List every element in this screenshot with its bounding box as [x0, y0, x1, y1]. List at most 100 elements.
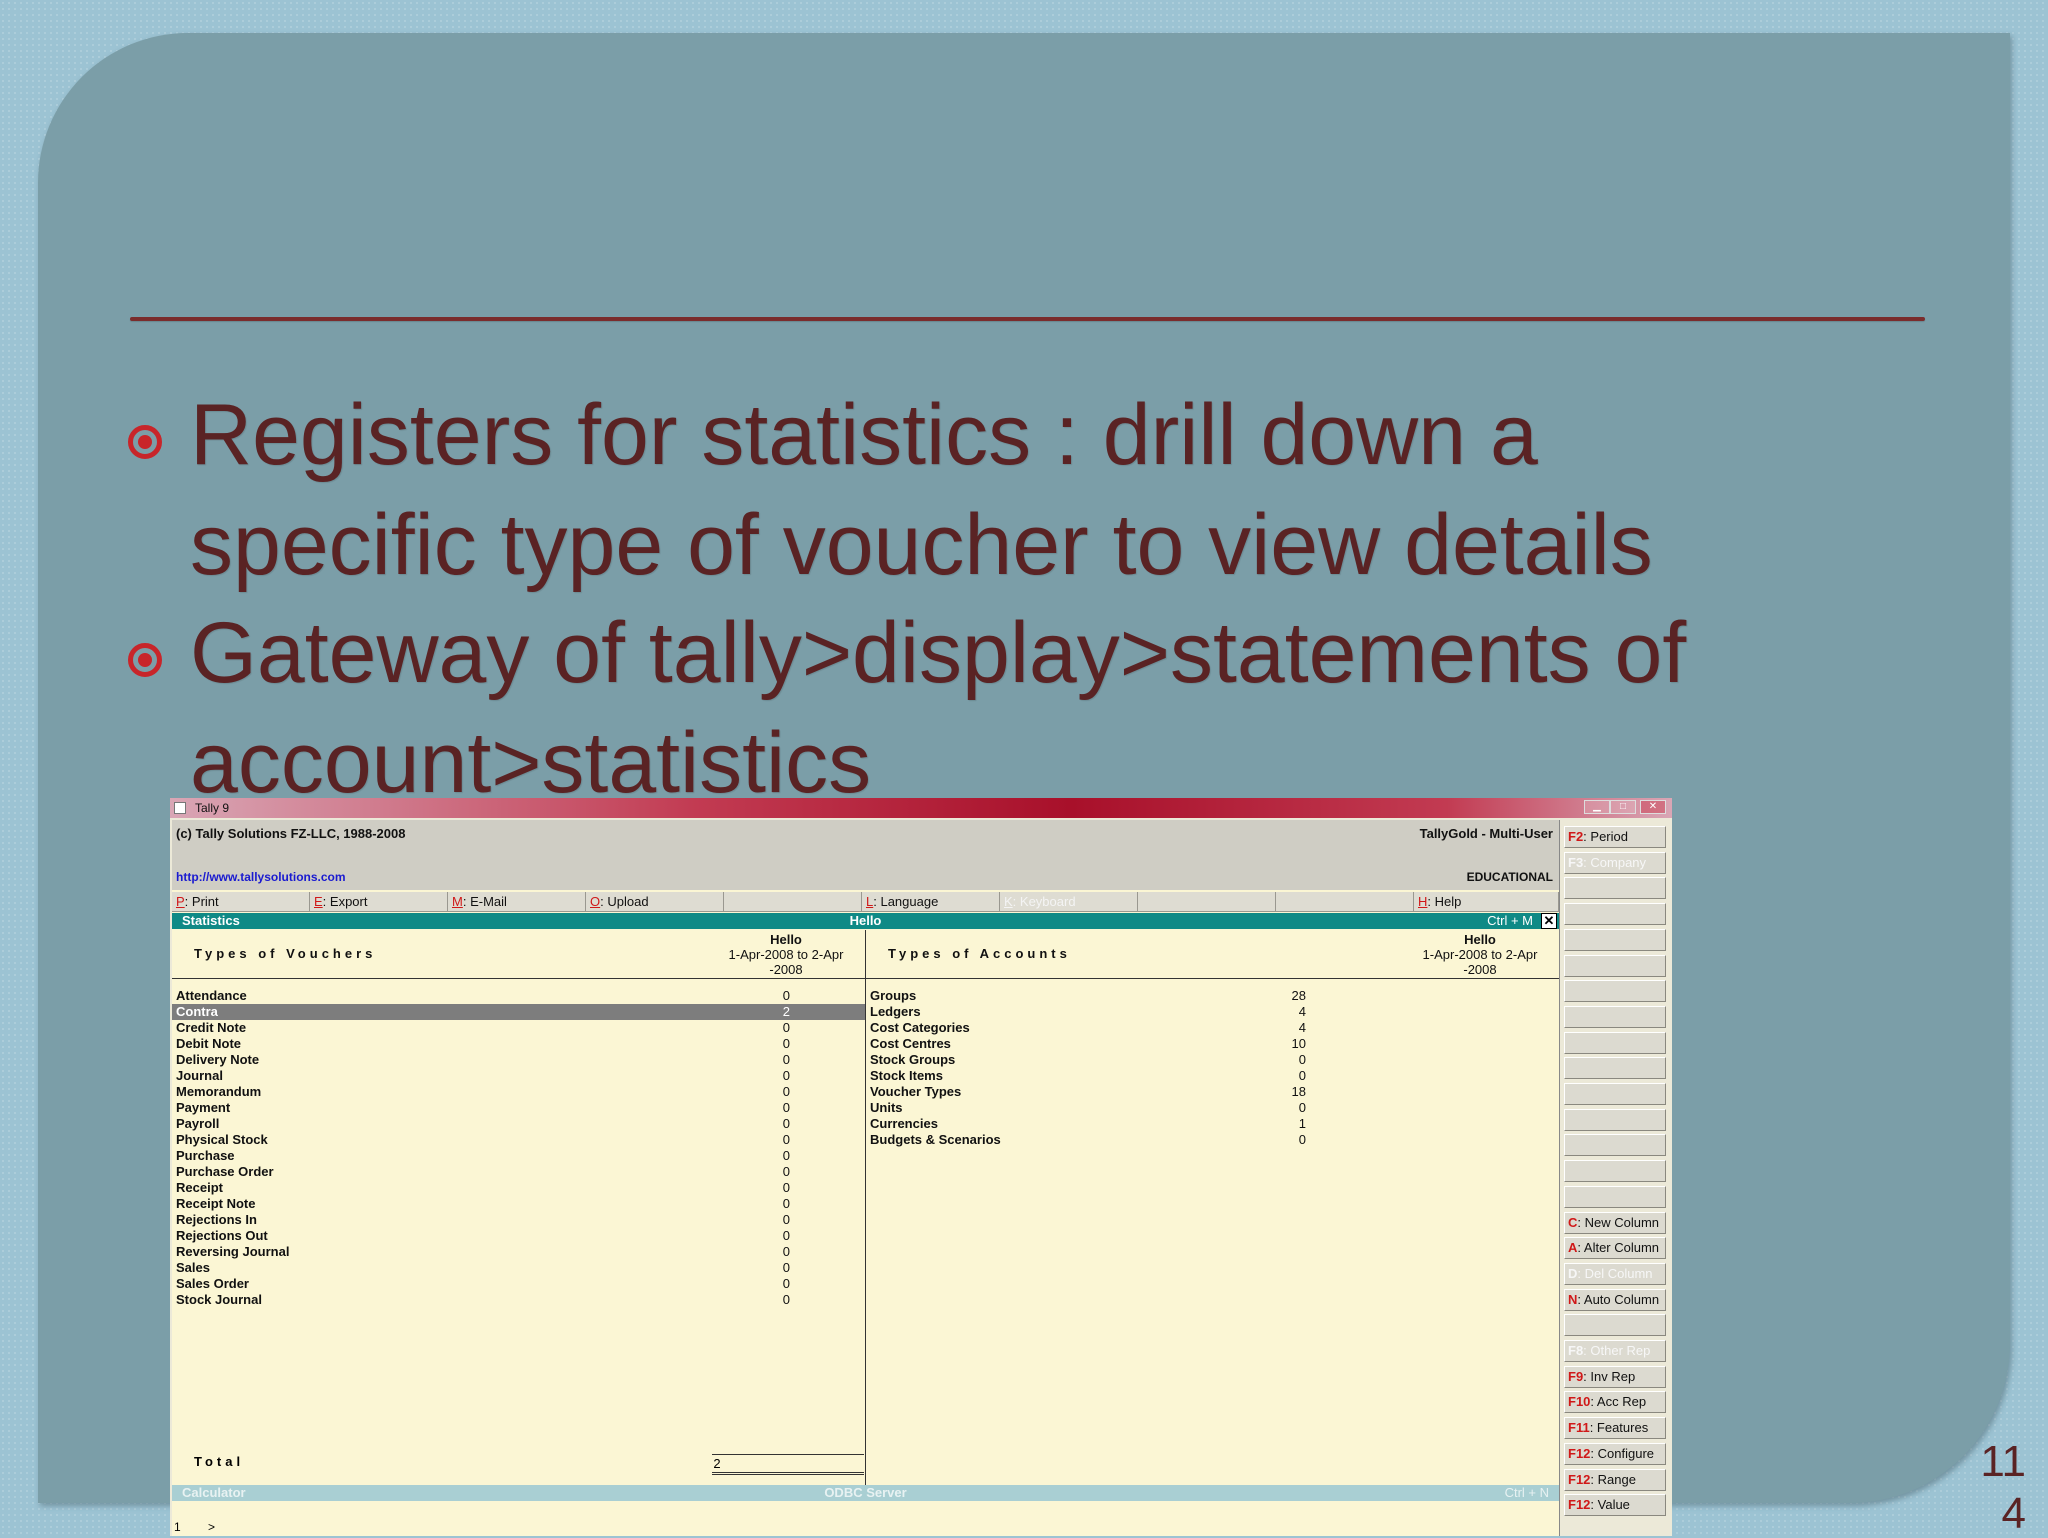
upload-button[interactable]: O: Upload	[586, 892, 724, 912]
side-button-new-column[interactable]: C: New Column	[1564, 1211, 1666, 1234]
account-count: 18	[1291, 1084, 1306, 1099]
email-button[interactable]: M: E-Mail	[448, 892, 586, 912]
keyboard-button: K: Keyboard	[1000, 892, 1138, 912]
voucher-row-rejections-out[interactable]: Rejections Out 0	[172, 1228, 865, 1244]
voucher-count: 0	[782, 1292, 790, 1307]
info-header: (c) Tally Solutions FZ-LLC, 1988-2008 Ta…	[172, 820, 1559, 890]
voucher-row-purchase-order[interactable]: Purchase Order 0	[172, 1164, 865, 1180]
side-button-auto-column[interactable]: N: Auto Column	[1564, 1288, 1666, 1311]
vouchers-header: Types of Vouchers Hello 1-Apr-2008 to 2-…	[172, 930, 865, 979]
page-number-continued: 4	[2001, 1489, 2026, 1538]
voucher-type-name: Physical Stock	[176, 1132, 268, 1147]
voucher-row-purchase[interactable]: Purchase 0	[172, 1148, 865, 1164]
voucher-count: 0	[782, 1228, 790, 1243]
voucher-count: 0	[782, 1100, 790, 1115]
accounts-heading: Types of Accounts	[888, 946, 1071, 961]
side-button-alter-column[interactable]: A: Alter Column	[1564, 1237, 1666, 1260]
side-button-inv-rep[interactable]: F9: Inv Rep	[1564, 1365, 1666, 1388]
voucher-type-name: Payment	[176, 1100, 231, 1115]
title-divider	[130, 317, 1925, 321]
account-row-budgets-scenarios[interactable]: Budgets & Scenarios 0	[866, 1132, 1559, 1148]
side-button-empty	[1564, 1005, 1666, 1028]
account-count: 4	[1298, 1020, 1306, 1035]
voucher-row-receipt[interactable]: Receipt 0	[172, 1180, 865, 1196]
side-button-empty	[1564, 1057, 1666, 1080]
voucher-row-payroll[interactable]: Payroll 0	[172, 1116, 865, 1132]
side-button-period[interactable]: F2: Period	[1564, 826, 1666, 848]
side-button-range[interactable]: F12: Range	[1564, 1468, 1666, 1491]
voucher-row-reversing-journal[interactable]: Reversing Journal 0	[172, 1244, 865, 1260]
bullet-2-line-1: Gateway of tally>display>statements of	[190, 605, 1687, 701]
bullet-1-line-1: Registers for statistics : drill down a	[190, 387, 1538, 483]
voucher-type-name: Sales Order	[176, 1276, 249, 1291]
side-button-configure[interactable]: F12: Configure	[1564, 1442, 1666, 1465]
voucher-type-name: Credit Note	[176, 1020, 247, 1035]
side-button-features[interactable]: F11: Features	[1564, 1417, 1666, 1440]
voucher-row-payment[interactable]: Payment 0	[172, 1100, 865, 1116]
calculator-input[interactable]: 1 >	[172, 1501, 1559, 1536]
account-row-ledgers[interactable]: Ledgers 4	[866, 1004, 1559, 1020]
voucher-type-name: Journal	[176, 1068, 223, 1083]
accounts-period: Hello 1-Apr-2008 to 2-Apr -2008	[1422, 932, 1538, 977]
voucher-row-credit-note[interactable]: Credit Note 0	[172, 1020, 865, 1036]
voucher-row-stock-journal[interactable]: Stock Journal 0	[172, 1292, 865, 1308]
voucher-type-name: Rejections Out	[176, 1228, 268, 1243]
voucher-count: 0	[782, 1116, 790, 1131]
side-button-empty	[1564, 1185, 1666, 1208]
window-titlebar[interactable]: Tally 9 ▁ □ ✕	[170, 798, 1672, 818]
side-button-value[interactable]: F12: Value	[1564, 1494, 1666, 1517]
account-row-stock-groups[interactable]: Stock Groups 0	[866, 1052, 1559, 1068]
close-window-button[interactable]: ✕	[1640, 800, 1666, 814]
account-count: 0	[1298, 1052, 1306, 1067]
side-button-empty	[1564, 1083, 1666, 1105]
language-button[interactable]: L: Language	[862, 892, 1000, 912]
voucher-type-name: Delivery Note	[176, 1052, 260, 1067]
account-row-units[interactable]: Units 0	[866, 1100, 1559, 1116]
account-type-name: Currencies	[870, 1116, 938, 1131]
voucher-row-delivery-note[interactable]: Delivery Note 0	[172, 1052, 865, 1068]
website-link[interactable]: http://www.tallysolutions.com	[176, 870, 346, 884]
voucher-type-name: Contra	[176, 1004, 218, 1019]
close-report-button[interactable]: ✕	[1541, 913, 1557, 929]
company-name: Hello	[849, 913, 882, 928]
account-row-groups[interactable]: Groups 28	[866, 988, 1559, 1004]
report-shortcut: Ctrl + M	[1487, 913, 1533, 928]
voucher-type-name: Stock Journal	[176, 1292, 262, 1307]
voucher-row-sales-order[interactable]: Sales Order 0	[172, 1276, 865, 1292]
voucher-row-debit-note[interactable]: Debit Note 0	[172, 1036, 865, 1052]
account-row-stock-items[interactable]: Stock Items 0	[866, 1068, 1559, 1084]
voucher-row-physical-stock[interactable]: Physical Stock 0	[172, 1132, 865, 1148]
license-mode: EDUCATIONAL	[1466, 870, 1553, 884]
page-number: 11	[1980, 1437, 2026, 1486]
account-type-name: Cost Centres	[870, 1036, 951, 1051]
voucher-type-name: Purchase Order	[176, 1164, 274, 1179]
voucher-row-journal[interactable]: Journal 0	[172, 1068, 865, 1084]
total-row: Total 2	[172, 1454, 865, 1475]
voucher-row-contra[interactable]: Contra 2	[172, 1004, 865, 1020]
minimize-button[interactable]: ▁	[1584, 800, 1610, 814]
account-row-voucher-types[interactable]: Voucher Types 18	[866, 1084, 1559, 1100]
voucher-count: 0	[782, 1212, 790, 1227]
account-row-currencies[interactable]: Currencies 1	[866, 1116, 1559, 1132]
voucher-type-name: Receipt	[176, 1180, 223, 1195]
help-button[interactable]: H: Help	[1414, 892, 1559, 912]
side-button-acc-rep[interactable]: F10: Acc Rep	[1564, 1391, 1666, 1414]
account-type-name: Cost Categories	[870, 1020, 970, 1035]
voucher-row-rejections-in[interactable]: Rejections In 0	[172, 1212, 865, 1228]
account-row-cost-categories[interactable]: Cost Categories 4	[866, 1020, 1559, 1036]
voucher-count: 0	[782, 1132, 790, 1147]
account-type-name: Budgets & Scenarios	[870, 1132, 1001, 1147]
voucher-count: 0	[782, 1260, 790, 1275]
export-button[interactable]: E: Export	[310, 892, 448, 912]
account-count: 0	[1298, 1132, 1306, 1147]
voucher-row-memorandum[interactable]: Memorandum 0	[172, 1084, 865, 1100]
voucher-row-attendance[interactable]: Attendance 0	[172, 988, 865, 1004]
tally-window: Tally 9 ▁ □ ✕ (c) Tally Solutions FZ-LLC…	[170, 798, 1672, 1536]
top-button-bar: P: Print E: Export M: E-Mail O: Upload L…	[172, 892, 1559, 912]
voucher-count: 0	[782, 1196, 790, 1211]
voucher-row-receipt-note[interactable]: Receipt Note 0	[172, 1196, 865, 1212]
voucher-row-sales[interactable]: Sales 0	[172, 1260, 865, 1276]
print-button[interactable]: P: Print	[172, 892, 310, 912]
account-row-cost-centres[interactable]: Cost Centres 10	[866, 1036, 1559, 1052]
maximize-button[interactable]: □	[1610, 800, 1636, 814]
